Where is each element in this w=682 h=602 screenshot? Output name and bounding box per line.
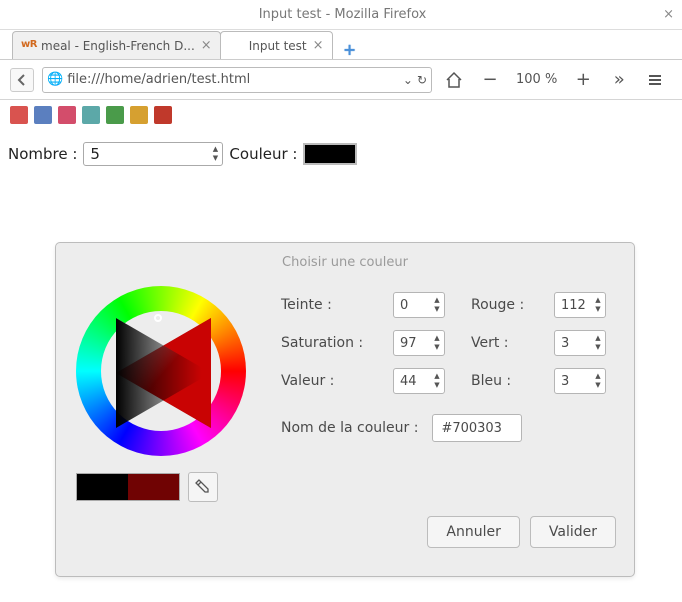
back-arrow-icon: [15, 73, 29, 87]
nombre-stepper[interactable]: ▲▼: [208, 145, 222, 163]
saturation-input[interactable]: 97▲▼: [393, 330, 445, 356]
teinte-input[interactable]: 0▲▼: [393, 292, 445, 318]
dropdown-icon[interactable]: ⌄: [403, 73, 413, 87]
new-tab-button[interactable]: +: [340, 39, 360, 59]
nombre-value: 5: [90, 145, 100, 163]
color-compare-swatch: [76, 473, 180, 501]
bookmark-bar: [0, 100, 682, 130]
url-bar[interactable]: 🌐 file:///home/adrien/test.html ⌄ ↻: [42, 67, 432, 93]
url-text: file:///home/adrien/test.html: [67, 72, 399, 87]
zoom-in-button[interactable]: +: [569, 66, 597, 94]
favicon-generic: [229, 39, 243, 53]
favicon-wr: wR: [21, 39, 35, 53]
zoom-out-button[interactable]: −: [476, 66, 504, 94]
tab-close-icon[interactable]: ×: [313, 38, 324, 53]
bookmark-icon[interactable]: [58, 106, 76, 124]
cancel-button[interactable]: Annuler: [427, 516, 519, 548]
nombre-label: Nombre :: [8, 145, 77, 163]
window-titlebar: Input test - Mozilla Firefox ×: [0, 0, 682, 30]
url-toolbar: 🌐 file:///home/adrien/test.html ⌄ ↻ − 10…: [0, 60, 682, 100]
back-button[interactable]: [10, 68, 34, 92]
colorname-input[interactable]: #700303: [432, 414, 522, 442]
bleu-input[interactable]: 3▲▼: [554, 368, 606, 394]
vert-label: Vert :: [471, 330, 536, 356]
rouge-input[interactable]: 112▲▼: [554, 292, 606, 318]
home-button[interactable]: [440, 66, 468, 94]
bleu-label: Bleu :: [471, 368, 536, 394]
color-wheel[interactable]: [76, 286, 246, 456]
saturation-label: Saturation :: [281, 330, 375, 356]
bookmark-icon[interactable]: [106, 106, 124, 124]
zoom-level: 100 %: [512, 72, 561, 87]
menu-button[interactable]: [641, 66, 669, 94]
new-color: [128, 474, 179, 500]
valeur-label: Valeur :: [281, 368, 375, 394]
form-row: Nombre : 5 ▲▼ Couleur :: [8, 142, 674, 166]
eyedropper-icon: [195, 479, 211, 495]
vert-input[interactable]: 3▲▼: [554, 330, 606, 356]
rouge-label: Rouge :: [471, 292, 536, 318]
valeur-input[interactable]: 44▲▼: [393, 368, 445, 394]
color-picker-dialog: Choisir une couleur Teinte :: [55, 242, 635, 577]
overflow-button[interactable]: »: [605, 66, 633, 94]
tab-label: meal - English-French D...: [41, 39, 195, 53]
couleur-label: Couleur :: [229, 145, 297, 163]
window-title: Input test - Mozilla Firefox: [22, 7, 663, 22]
nombre-input[interactable]: 5 ▲▼: [83, 142, 223, 166]
couleur-swatch[interactable]: [303, 143, 357, 165]
hamburger-icon: [647, 72, 663, 88]
tab-bar: wR meal - English-French D... × Input te…: [0, 30, 682, 60]
dialog-title: Choisir une couleur: [56, 243, 634, 278]
ok-button[interactable]: Valider: [530, 516, 616, 548]
page-content: Nombre : 5 ▲▼ Couleur :: [0, 130, 682, 178]
tab-label: Input test: [249, 39, 307, 53]
bookmark-icon[interactable]: [130, 106, 148, 124]
globe-icon: 🌐: [47, 72, 63, 87]
tab-wordreference[interactable]: wR meal - English-French D... ×: [12, 31, 221, 59]
window-close-icon[interactable]: ×: [663, 7, 674, 22]
bookmark-icon[interactable]: [34, 106, 52, 124]
plus-icon: +: [343, 40, 356, 59]
eyedropper-button[interactable]: [188, 472, 218, 502]
reload-icon[interactable]: ↻: [417, 73, 427, 87]
teinte-label: Teinte :: [281, 292, 375, 318]
bookmark-icon[interactable]: [82, 106, 100, 124]
bookmark-icon[interactable]: [154, 106, 172, 124]
tab-input-test[interactable]: Input test ×: [220, 31, 333, 59]
old-color: [77, 474, 128, 500]
tab-close-icon[interactable]: ×: [201, 38, 212, 53]
home-icon: [445, 71, 463, 89]
colorname-label: Nom de la couleur :: [281, 420, 418, 436]
bookmark-icon[interactable]: [10, 106, 28, 124]
